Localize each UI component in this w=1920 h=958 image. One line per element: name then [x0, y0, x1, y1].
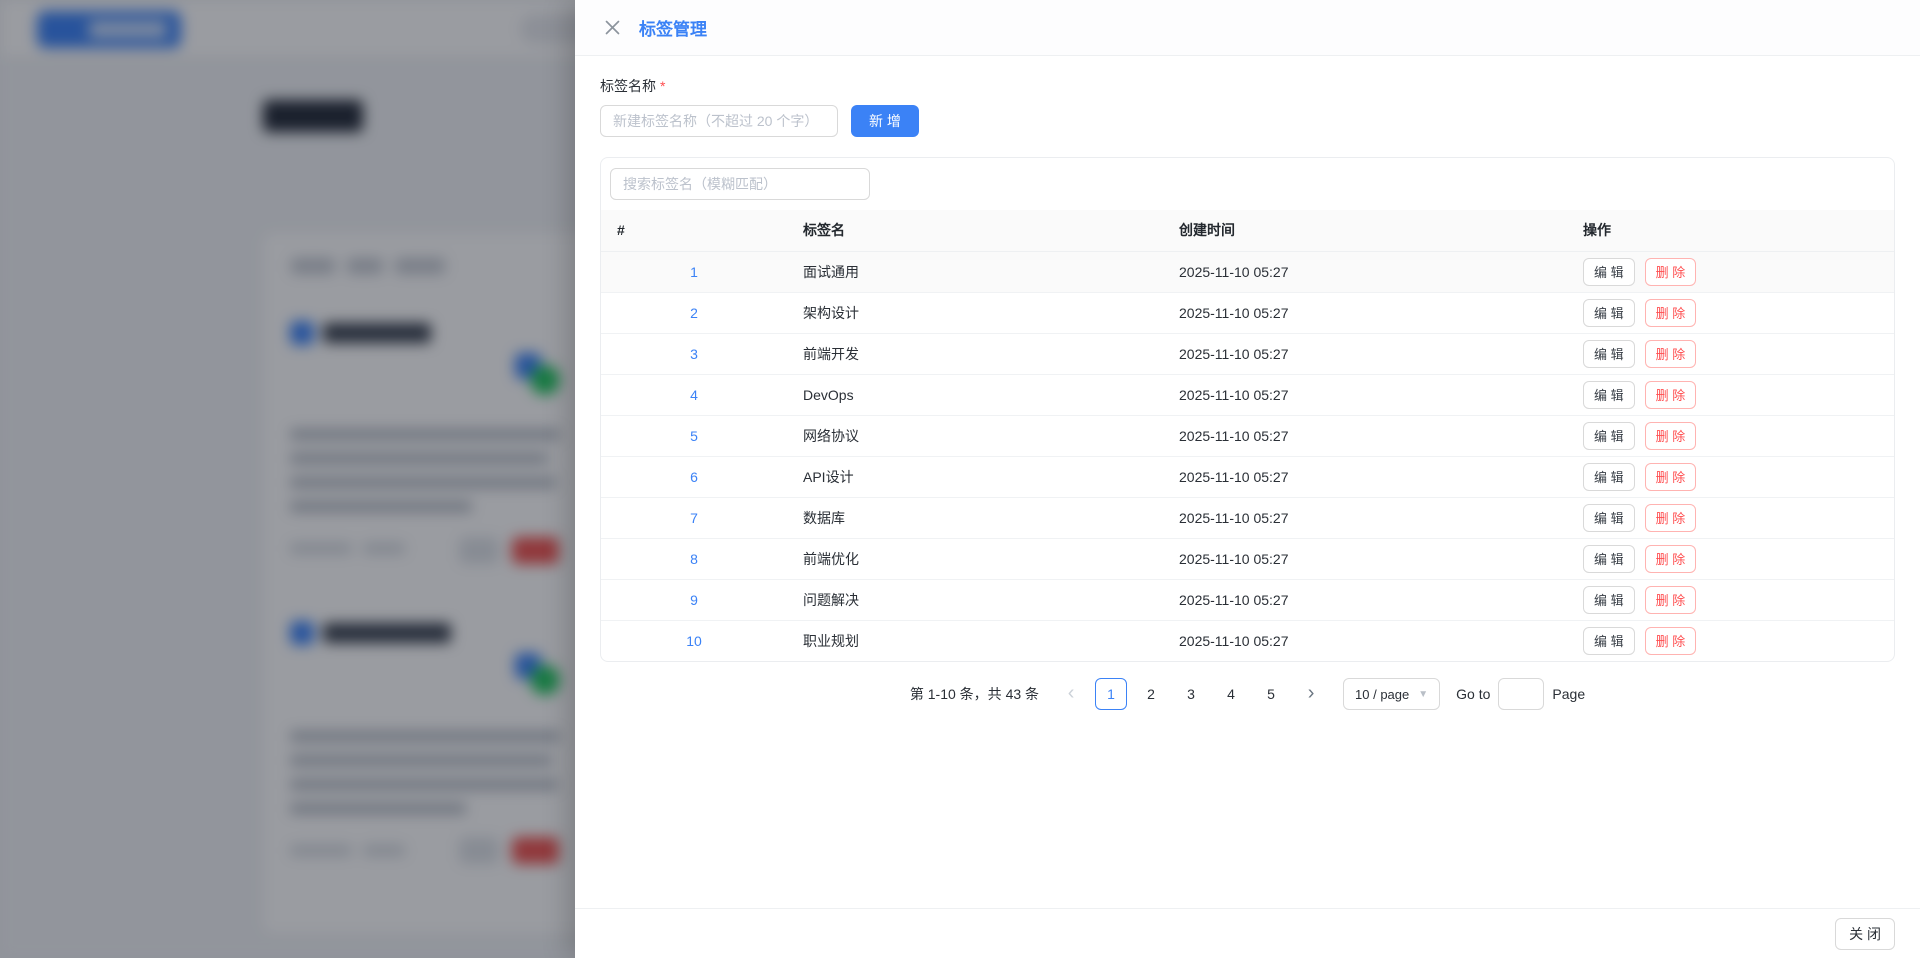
- row-index-link[interactable]: 5: [690, 428, 698, 444]
- row-created-time: 2025-11-10 05:27: [1163, 620, 1567, 661]
- edit-button[interactable]: 编 辑: [1583, 258, 1635, 286]
- row-index-link[interactable]: 6: [690, 469, 698, 485]
- edit-button[interactable]: 编 辑: [1583, 340, 1635, 368]
- edit-button[interactable]: 编 辑: [1583, 545, 1635, 573]
- row-created-time: 2025-11-10 05:27: [1163, 292, 1567, 333]
- new-tag-name-input[interactable]: [600, 105, 838, 137]
- pagination-total: 第 1-10 条，共 43 条: [910, 684, 1039, 704]
- delete-button[interactable]: 删 除: [1645, 463, 1697, 491]
- table-row: 3 前端开发 2025-11-10 05:27 编 辑删 除: [601, 333, 1894, 374]
- edit-button[interactable]: 编 辑: [1583, 463, 1635, 491]
- row-created-time: 2025-11-10 05:27: [1163, 579, 1567, 620]
- row-index-link[interactable]: 8: [690, 551, 698, 567]
- table-header-row: # 标签名 创建时间 操作: [601, 210, 1894, 251]
- row-created-time: 2025-11-10 05:27: [1163, 333, 1567, 374]
- drawer-title: 标签管理: [639, 15, 707, 40]
- table-row: 4 DevOps 2025-11-10 05:27 编 辑删 除: [601, 374, 1894, 415]
- row-created-time: 2025-11-10 05:27: [1163, 415, 1567, 456]
- row-created-time: 2025-11-10 05:27: [1163, 456, 1567, 497]
- delete-button[interactable]: 删 除: [1645, 340, 1697, 368]
- goto-label: Go to: [1456, 686, 1490, 702]
- table-row: 5 网络协议 2025-11-10 05:27 编 辑删 除: [601, 415, 1894, 456]
- close-button[interactable]: 关 闭: [1835, 918, 1895, 950]
- table-row: 10 职业规划 2025-11-10 05:27 编 辑删 除: [601, 620, 1894, 661]
- delete-button[interactable]: 删 除: [1645, 504, 1697, 532]
- edit-button[interactable]: 编 辑: [1583, 504, 1635, 532]
- tag-table-body: 1 面试通用 2025-11-10 05:27 编 辑删 除 2 架构设计 20…: [601, 251, 1894, 661]
- row-index-link[interactable]: 4: [690, 387, 698, 403]
- page-button-4[interactable]: 4: [1215, 678, 1247, 710]
- row-index-link[interactable]: 1: [690, 264, 698, 280]
- row-tag-name: DevOps: [787, 374, 1163, 415]
- new-tag-form: 新 增: [600, 105, 1895, 137]
- row-tag-name: 前端优化: [787, 538, 1163, 579]
- row-tag-name: 网络协议: [787, 415, 1163, 456]
- tag-name-label-row: 标签名称*: [600, 78, 1895, 95]
- delete-button[interactable]: 删 除: [1645, 299, 1697, 327]
- search-tag-input[interactable]: [610, 168, 870, 200]
- required-mark: *: [660, 78, 665, 94]
- table-row: 9 问题解决 2025-11-10 05:27 编 辑删 除: [601, 579, 1894, 620]
- row-tag-name: 面试通用: [787, 251, 1163, 292]
- table-row: 8 前端优化 2025-11-10 05:27 编 辑删 除: [601, 538, 1894, 579]
- row-index-link[interactable]: 7: [690, 510, 698, 526]
- column-header-index: #: [601, 210, 787, 251]
- pagination: 第 1-10 条，共 43 条 ‹ 1 2 3 4 5 › 10 / page …: [600, 678, 1895, 710]
- close-x-glyph: [605, 20, 620, 35]
- delete-button[interactable]: 删 除: [1645, 258, 1697, 286]
- column-header-actions: 操作: [1567, 210, 1894, 251]
- page-button-1[interactable]: 1: [1095, 678, 1127, 710]
- delete-button[interactable]: 删 除: [1645, 586, 1697, 614]
- add-tag-button[interactable]: 新 增: [851, 105, 919, 137]
- tag-management-drawer: 标签管理 标签名称* 新 增 # 标签名 创建时间 操作: [575, 0, 1920, 958]
- goto-page-input[interactable]: [1498, 678, 1544, 710]
- page-button-5[interactable]: 5: [1255, 678, 1287, 710]
- row-tag-name: 数据库: [787, 497, 1163, 538]
- edit-button[interactable]: 编 辑: [1583, 422, 1635, 450]
- page-button-3[interactable]: 3: [1175, 678, 1207, 710]
- page-size-select[interactable]: 10 / page ▼: [1343, 678, 1440, 710]
- row-created-time: 2025-11-10 05:27: [1163, 374, 1567, 415]
- edit-button[interactable]: 编 辑: [1583, 299, 1635, 327]
- row-tag-name: 职业规划: [787, 620, 1163, 661]
- table-row: 1 面试通用 2025-11-10 05:27 编 辑删 除: [601, 251, 1894, 292]
- close-icon[interactable]: [600, 16, 624, 40]
- row-created-time: 2025-11-10 05:27: [1163, 497, 1567, 538]
- table-row: 6 API设计 2025-11-10 05:27 编 辑删 除: [601, 456, 1894, 497]
- row-tag-name: API设计: [787, 456, 1163, 497]
- page-button-2[interactable]: 2: [1135, 678, 1167, 710]
- delete-button[interactable]: 删 除: [1645, 627, 1697, 655]
- row-tag-name: 问题解决: [787, 579, 1163, 620]
- search-row: [601, 158, 1894, 210]
- column-header-created-time: 创建时间: [1163, 210, 1567, 251]
- column-header-tag-name: 标签名: [787, 210, 1163, 251]
- tag-name-label: 标签名称: [600, 78, 656, 94]
- prev-page-icon[interactable]: ‹: [1055, 678, 1087, 710]
- next-page-icon[interactable]: ›: [1295, 678, 1327, 710]
- row-index-link[interactable]: 10: [686, 633, 702, 649]
- delete-button[interactable]: 删 除: [1645, 545, 1697, 573]
- tag-table-card: # 标签名 创建时间 操作 1 面试通用 2025-11-10 05:27 编 …: [600, 157, 1895, 662]
- delete-button[interactable]: 删 除: [1645, 422, 1697, 450]
- drawer-footer: 关 闭: [575, 908, 1920, 958]
- row-created-time: 2025-11-10 05:27: [1163, 251, 1567, 292]
- table-row: 7 数据库 2025-11-10 05:27 编 辑删 除: [601, 497, 1894, 538]
- edit-button[interactable]: 编 辑: [1583, 627, 1635, 655]
- row-created-time: 2025-11-10 05:27: [1163, 538, 1567, 579]
- edit-button[interactable]: 编 辑: [1583, 586, 1635, 614]
- row-tag-name: 架构设计: [787, 292, 1163, 333]
- drawer-header: 标签管理: [575, 0, 1920, 56]
- row-index-link[interactable]: 9: [690, 592, 698, 608]
- drawer-body: 标签名称* 新 增 # 标签名 创建时间 操作: [575, 56, 1920, 908]
- delete-button[interactable]: 删 除: [1645, 381, 1697, 409]
- table-row: 2 架构设计 2025-11-10 05:27 编 辑删 除: [601, 292, 1894, 333]
- page-size-value: 10 / page: [1355, 687, 1409, 702]
- chevron-down-icon: ▼: [1418, 689, 1428, 700]
- page-suffix-label: Page: [1552, 686, 1585, 702]
- row-index-link[interactable]: 3: [690, 346, 698, 362]
- row-tag-name: 前端开发: [787, 333, 1163, 374]
- tag-table: # 标签名 创建时间 操作 1 面试通用 2025-11-10 05:27 编 …: [601, 210, 1894, 661]
- row-index-link[interactable]: 2: [690, 305, 698, 321]
- edit-button[interactable]: 编 辑: [1583, 381, 1635, 409]
